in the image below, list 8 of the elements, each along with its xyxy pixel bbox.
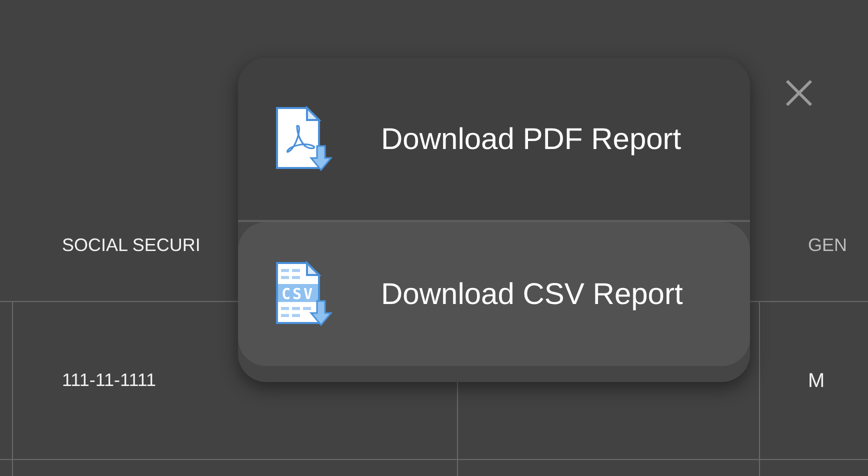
menu-item[interactable]: Download PDF Report	[238, 58, 750, 220]
menu-item[interactable]: CSV Download CSV Report	[238, 222, 750, 366]
table-cell-text: 111-11-1111	[62, 369, 156, 392]
close-icon[interactable]	[784, 78, 814, 108]
column-header: GEN	[808, 234, 848, 257]
pdf-download-icon	[275, 105, 333, 173]
table-cell-text: M	[808, 368, 825, 394]
column-header: SOCIAL SECURI	[62, 234, 200, 257]
